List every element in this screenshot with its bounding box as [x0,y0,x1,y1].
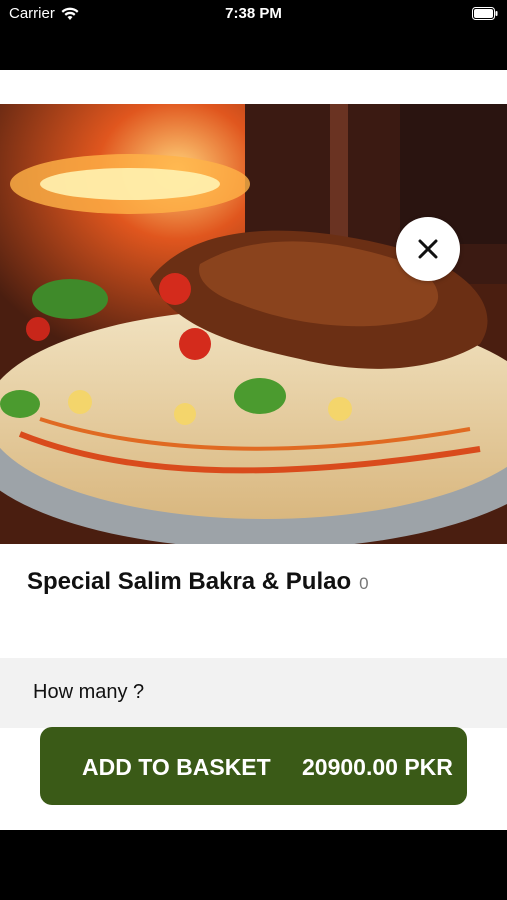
item-count: 0 [359,574,369,593]
item-title: Special Salim Bakra & Pulao [27,568,352,595]
status-bar: Carrier 7:38 PM [0,0,507,30]
status-time: 7:38 PM [225,5,282,22]
quantity-label: How many ? [33,681,145,703]
close-icon [418,239,438,259]
item-detail-sheet: Special Salim Bakra & Pulao 0 How many ? [0,70,507,830]
battery-icon [472,7,498,20]
dish-photo [0,104,507,544]
close-button[interactable] [396,217,460,281]
add-to-basket-button[interactable]: ADD TO BASKET 20900.00 PKR [40,727,467,805]
add-to-basket-label: ADD TO BASKET [82,754,271,780]
screen: Carrier 7:38 PM Special Salim Bakra & Pu… [0,0,507,900]
quantity-section: How many ? [0,658,507,728]
basket-price: 20900.00 PKR [302,754,453,780]
item-title-row: Special Salim Bakra & Pulao 0 [27,568,369,596]
